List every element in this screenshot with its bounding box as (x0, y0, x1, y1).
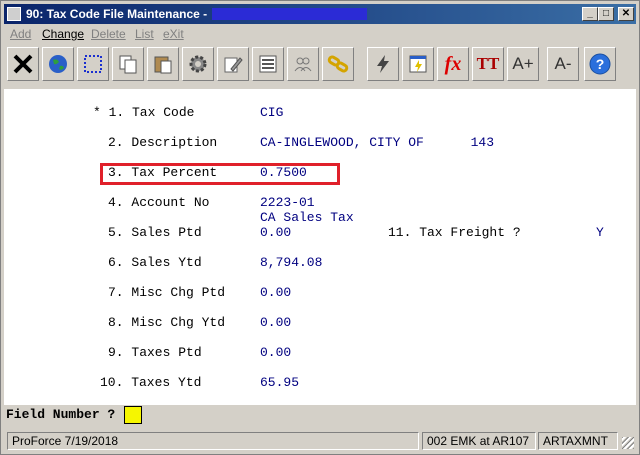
toolbar: fx TT A+ A- ? (4, 44, 636, 84)
account-description: CA Sales Tax (260, 210, 354, 225)
field-label-misc-chg-ptd: 7. Misc Chg Ptd (108, 285, 226, 300)
close-button[interactable]: ✕ (618, 7, 634, 21)
field-label-taxes-ptd: 9. Taxes Ptd (108, 345, 202, 360)
field-value-description[interactable]: CA-INGLEWOOD, CITY OF 143 (260, 135, 494, 150)
field-value-tax-percent[interactable]: 0.7500 (260, 165, 307, 180)
menu-list[interactable]: List (135, 27, 154, 41)
menu-delete[interactable]: Delete (91, 27, 126, 41)
settings-gear-icon[interactable] (182, 47, 214, 81)
field-value-account-no[interactable]: 2223-01 (260, 195, 315, 210)
status-app-date: ProForce 7/19/2018 (7, 432, 419, 450)
menu-bar: Add Change Delete List eXit (4, 25, 636, 43)
field-value-misc-chg-ptd[interactable]: 0.00 (260, 285, 291, 300)
app-icon (7, 7, 21, 21)
maximize-button[interactable]: □ (598, 7, 614, 21)
prompt-label: Field Number ? (6, 407, 116, 422)
field-label-tax-percent: 3. Tax Percent (108, 165, 218, 180)
window-title: 90: Tax Code File Maintenance - (26, 7, 208, 21)
field-value-sales-ytd[interactable]: 8,794.08 (260, 255, 322, 270)
svg-text:?: ? (596, 56, 605, 72)
menu-add[interactable]: Add (10, 27, 31, 41)
resize-grip-icon[interactable] (622, 437, 634, 449)
font-increase-icon[interactable]: A+ (507, 47, 539, 81)
field-label-misc-chg-ytd: 8. Misc Chg Ytd (108, 315, 226, 330)
list-view-icon[interactable] (252, 47, 284, 81)
field-value-taxes-ytd[interactable]: 65.95 (260, 375, 299, 390)
field-value-taxes-ptd[interactable]: 0.00 (260, 345, 291, 360)
form-area: * 1. Tax Code CIG 2. Description CA-INGL… (4, 89, 636, 405)
field-label-account-no: 4. Account No (108, 195, 210, 210)
font-icon[interactable]: TT (472, 47, 504, 81)
menu-exit[interactable]: eXit (163, 27, 184, 41)
field-label-sales-ytd: 6. Sales Ytd (108, 255, 202, 270)
title-bar[interactable]: 90: Tax Code File Maintenance - _ □ ✕ (4, 4, 636, 24)
field-value-sales-ptd[interactable]: 0.00 (260, 225, 291, 240)
field-number-input[interactable] (124, 406, 142, 424)
field-label-description: 2. Description (108, 135, 218, 150)
function-icon[interactable]: fx (437, 47, 469, 81)
font-decrease-icon[interactable]: A- (547, 47, 579, 81)
paste-icon[interactable] (147, 47, 179, 81)
status-program-name: ARTAXMNT (538, 432, 618, 450)
edit-pencil-icon[interactable] (217, 47, 249, 81)
close-x-icon[interactable] (7, 47, 39, 81)
field-label-taxes-ytd: 10. Taxes Ytd (100, 375, 202, 390)
users-icon[interactable] (287, 47, 319, 81)
field-label-sales-ptd: 5. Sales Ptd (108, 225, 202, 240)
field-value-tax-code[interactable]: CIG (260, 105, 283, 120)
help-icon[interactable]: ? (584, 47, 616, 81)
copy-icon[interactable] (112, 47, 144, 81)
field-label-tax-freight: 11. Tax Freight ? (388, 225, 521, 240)
field-label-tax-code: * 1. Tax Code (93, 105, 195, 120)
field-number-prompt: Field Number ? (4, 405, 636, 427)
lightning-icon[interactable] (367, 47, 399, 81)
field-value-tax-freight[interactable]: Y (596, 225, 604, 240)
select-box-icon[interactable] (77, 47, 109, 81)
globe-icon[interactable] (42, 47, 74, 81)
redacted-title-text (212, 8, 367, 20)
report-icon[interactable] (402, 47, 434, 81)
minimize-button[interactable]: _ (582, 7, 598, 21)
menu-change[interactable]: Change (42, 27, 84, 41)
status-bar: ProForce 7/19/2018 002 EMK at AR107 ARTA… (4, 431, 636, 451)
field-value-misc-chg-ytd[interactable]: 0.00 (260, 315, 291, 330)
app-window: 90: Tax Code File Maintenance - _ □ ✕ Ad… (0, 0, 640, 455)
status-user-location: 002 EMK at AR107 (422, 432, 536, 450)
chain-link-icon[interactable] (322, 47, 354, 81)
